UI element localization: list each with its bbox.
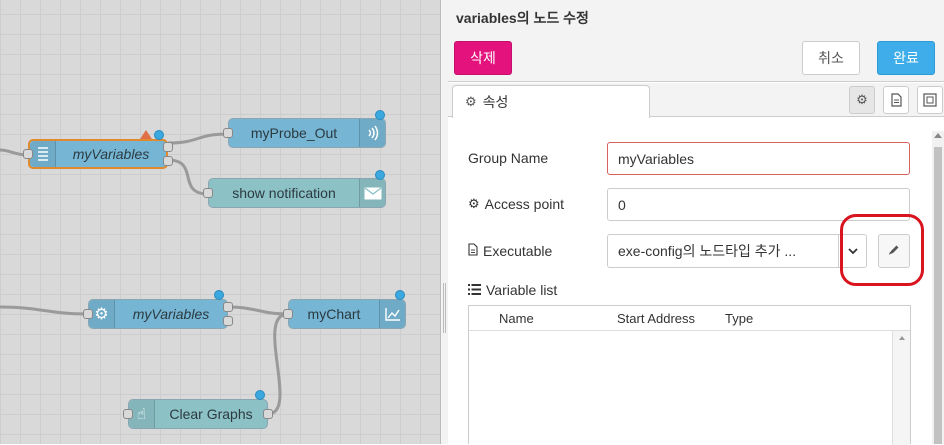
table-scrollbar[interactable] bbox=[892, 331, 910, 445]
panel-splitter[interactable] bbox=[440, 0, 448, 444]
tab-settings-gear-icon[interactable]: ⚙ bbox=[849, 86, 875, 114]
signal-icon bbox=[359, 119, 385, 147]
status-dot bbox=[395, 290, 405, 300]
column-header-name: Name bbox=[499, 311, 534, 326]
group-name-input[interactable] bbox=[607, 142, 910, 175]
output-port[interactable] bbox=[263, 409, 273, 419]
tab-appearance-icon[interactable] bbox=[917, 86, 943, 114]
node-clear-graphs[interactable]: ☝ Clear Graphs bbox=[128, 399, 268, 429]
node-myvariables-bottom[interactable]: ⚙ myVariables bbox=[88, 299, 228, 329]
node-label: myProbe_Out bbox=[250, 125, 338, 141]
edit-tray: variables의 노드 수정 삭제 취소 완료 ⚙ 속성 ⚙ Group N… bbox=[448, 0, 944, 445]
status-dot bbox=[255, 390, 265, 400]
tab-description-doc-icon[interactable] bbox=[883, 86, 909, 114]
node-myprobe-out[interactable]: myProbe_Out bbox=[228, 118, 386, 148]
wire-clear-chart bbox=[267, 312, 289, 416]
variable-list-label: Variable list bbox=[468, 282, 557, 298]
scroll-thumb[interactable] bbox=[934, 147, 942, 444]
node-mychart[interactable]: myChart bbox=[288, 299, 406, 329]
scroll-up-icon[interactable] bbox=[893, 331, 911, 345]
gear-icon: ⚙ bbox=[468, 196, 480, 211]
file-icon bbox=[468, 243, 478, 259]
envelope-icon bbox=[359, 179, 385, 207]
wire-variables1-notify bbox=[167, 158, 209, 196]
splitter-grip[interactable] bbox=[443, 283, 446, 333]
input-port[interactable] bbox=[203, 188, 213, 198]
input-port[interactable] bbox=[123, 409, 133, 419]
scroll-up-icon[interactable] bbox=[934, 133, 942, 138]
status-dot bbox=[154, 130, 164, 140]
output-port[interactable] bbox=[163, 156, 173, 166]
tray-scrollbar[interactable] bbox=[932, 131, 944, 444]
output-port[interactable] bbox=[163, 142, 173, 152]
access-point-label: ⚙ Access point bbox=[468, 196, 565, 212]
gear-icon: ⚙ bbox=[465, 94, 477, 109]
output-port[interactable] bbox=[223, 302, 233, 312]
cancel-button[interactable]: 취소 bbox=[802, 41, 860, 75]
flow-canvas[interactable]: myVariables myProbe_Out show notificatio… bbox=[0, 0, 440, 444]
input-port[interactable] bbox=[283, 309, 293, 319]
list-icon bbox=[468, 282, 481, 298]
tray-header: variables의 노드 수정 삭제 취소 완료 bbox=[448, 0, 944, 82]
node-label: Clear Graphs bbox=[169, 406, 253, 422]
variable-list-table[interactable]: Name Start Address Type bbox=[468, 305, 911, 445]
node-label: myVariables bbox=[72, 146, 150, 162]
node-show-notification[interactable]: show notification bbox=[208, 178, 386, 208]
annotation-highlight bbox=[840, 214, 924, 286]
tray-title: variables의 노드 수정 bbox=[456, 10, 589, 26]
wire-in-variables2 bbox=[0, 305, 89, 316]
tab-properties-label: 속성 bbox=[482, 94, 509, 110]
group-name-label: Group Name bbox=[468, 150, 549, 166]
chart-icon bbox=[379, 300, 405, 328]
wire-variables2-chart bbox=[227, 305, 289, 316]
tray-tabbar: ⚙ 속성 ⚙ bbox=[448, 83, 944, 118]
status-dot bbox=[214, 290, 224, 300]
node-myvariables-top[interactable]: myVariables bbox=[28, 139, 168, 169]
wire-variables1-probe bbox=[167, 132, 229, 145]
done-button[interactable]: 완료 bbox=[877, 41, 935, 75]
input-port[interactable] bbox=[83, 309, 93, 319]
column-header-type: Type bbox=[725, 311, 754, 326]
output-port[interactable] bbox=[223, 316, 233, 326]
node-label: myChart bbox=[307, 306, 361, 322]
executable-selected-value: exe-config의 노드타입 추가 ... bbox=[618, 243, 797, 259]
table-header: Name Start Address Type bbox=[469, 306, 910, 331]
executable-label: Executable bbox=[468, 243, 552, 259]
changed-indicator bbox=[140, 130, 152, 139]
list-icon bbox=[30, 141, 56, 167]
wires bbox=[0, 132, 289, 416]
node-label: myVariables bbox=[132, 306, 210, 322]
executable-select[interactable]: exe-config의 노드타입 추가 ... bbox=[607, 234, 867, 268]
input-port[interactable] bbox=[223, 128, 233, 138]
input-port[interactable] bbox=[23, 149, 33, 159]
tab-properties[interactable]: ⚙ 속성 bbox=[452, 85, 650, 118]
status-dot bbox=[375, 170, 385, 180]
status-dot bbox=[375, 110, 385, 120]
node-label: show notification bbox=[232, 185, 336, 201]
column-header-start-address: Start Address bbox=[617, 311, 696, 326]
delete-button[interactable]: 삭제 bbox=[454, 41, 512, 75]
